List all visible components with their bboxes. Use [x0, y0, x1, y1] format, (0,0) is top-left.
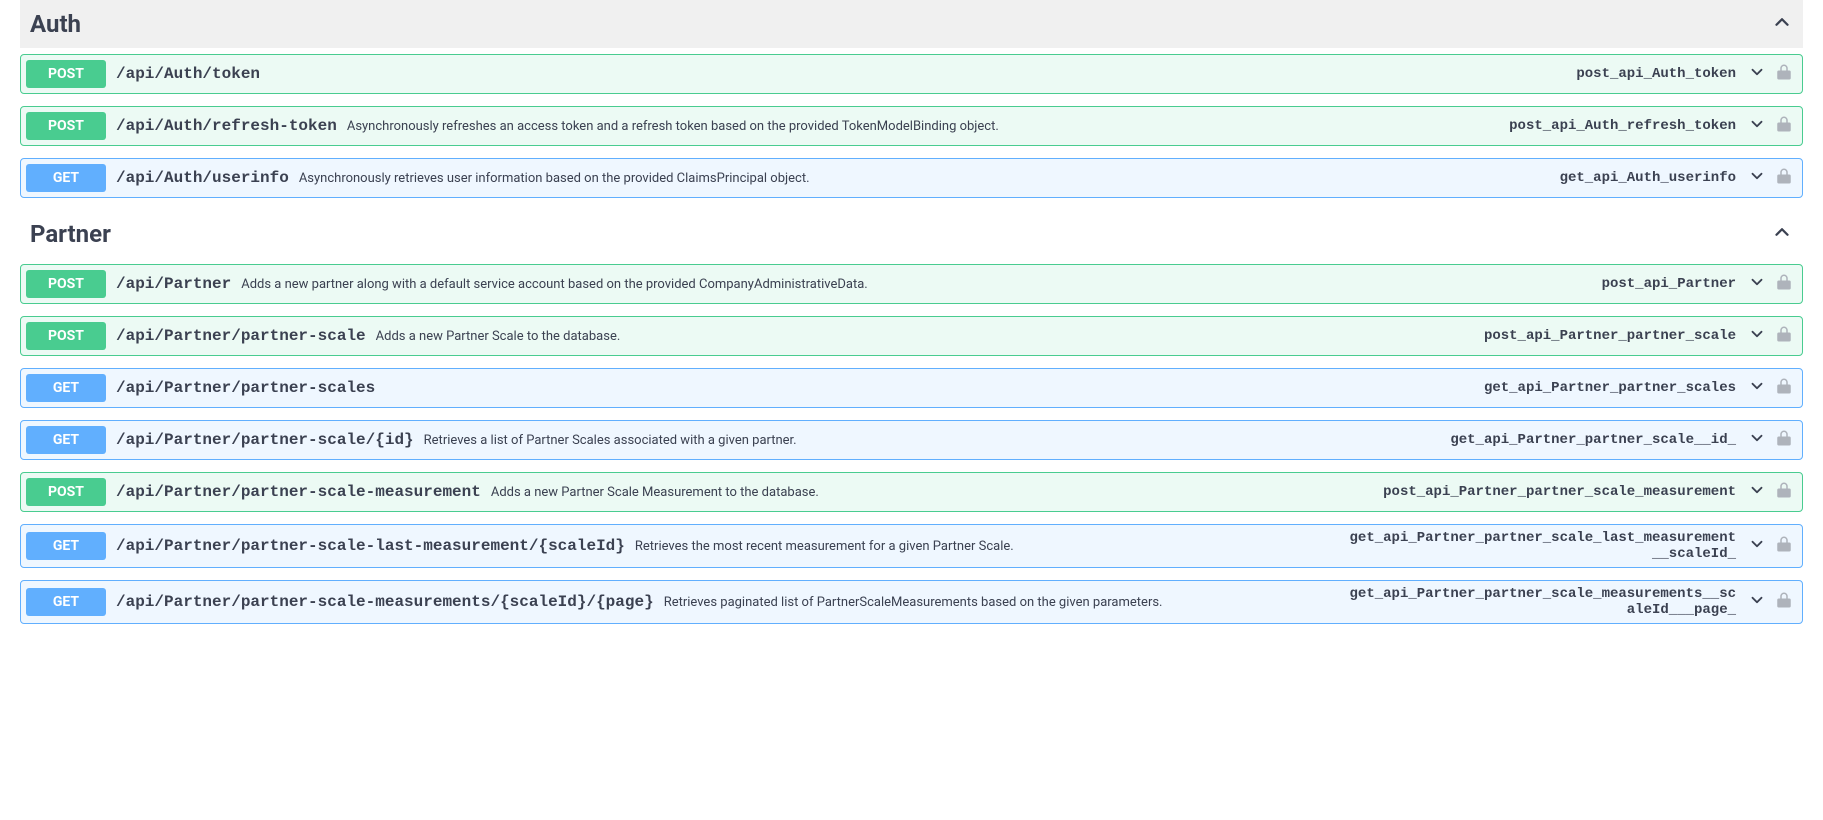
operation-row[interactable]: GET/api/Partner/partner-scale-measuremen… [20, 580, 1803, 624]
lock-icon[interactable] [1776, 429, 1792, 451]
operation-path: /api/Partner/partner-scale-last-measurem… [116, 537, 625, 555]
chevron-down-icon[interactable] [1748, 325, 1766, 347]
lock-icon[interactable] [1776, 377, 1792, 399]
chevron-down-icon[interactable] [1748, 63, 1766, 85]
chevron-down-icon[interactable] [1748, 115, 1766, 137]
operations-list: POST/api/Partner Adds a new partner along… [20, 264, 1803, 624]
chevron-down-icon[interactable] [1748, 481, 1766, 503]
operation-row[interactable]: POST/api/Partner Adds a new partner along… [20, 264, 1803, 304]
operation-path: /api/Partner [116, 275, 231, 293]
operation-id: post_api_Partner_partner_scale [1484, 328, 1736, 344]
http-method-badge: GET [26, 374, 106, 402]
operations-list: POST/api/Auth/tokenpost_api_Auth_tokenPO… [20, 54, 1803, 198]
operation-id: get_api_Partner_partner_scale_last_measu… [1346, 530, 1736, 562]
operation-summary: Adds a new partner along with a default … [241, 277, 1591, 292]
operation-row[interactable]: POST/api/Auth/refresh-token Asynchronousl… [20, 106, 1803, 146]
operation-row[interactable]: GET/api/Partner/partner-scale-last-measu… [20, 524, 1803, 568]
http-method-badge: GET [26, 426, 106, 454]
http-method-badge: POST [26, 60, 106, 88]
operation-id: get_api_Partner_partner_scale__id_ [1450, 432, 1736, 448]
http-method-badge: GET [26, 588, 106, 616]
operation-summary: Asynchronously retrieves user informatio… [299, 171, 1550, 186]
operation-id: post_api_Auth_refresh_token [1509, 118, 1736, 134]
chevron-down-icon[interactable] [1748, 429, 1766, 451]
operation-summary: Asynchronously refreshes an access token… [347, 119, 1499, 134]
operation-row[interactable]: GET/api/Auth/userinfo Asynchronously retr… [20, 158, 1803, 198]
operation-id: post_api_Auth_token [1576, 66, 1736, 82]
operation-row[interactable]: POST/api/Partner/partner-scale-measureme… [20, 472, 1803, 512]
chevron-down-icon[interactable] [1748, 535, 1766, 557]
chevron-up-icon[interactable] [1771, 221, 1793, 247]
lock-icon[interactable] [1776, 591, 1792, 613]
http-method-badge: POST [26, 322, 106, 350]
chevron-down-icon[interactable] [1748, 377, 1766, 399]
chevron-down-icon[interactable] [1748, 273, 1766, 295]
http-method-badge: POST [26, 270, 106, 298]
operation-id: get_api_Partner_partner_scales [1484, 380, 1736, 396]
http-method-badge: POST [26, 112, 106, 140]
operation-path: /api/Partner/partner-scales [116, 379, 375, 397]
operation-path: /api/Auth/userinfo [116, 169, 289, 187]
operation-id: get_api_Partner_partner_scale_measuremen… [1346, 586, 1736, 618]
operation-path: /api/Auth/refresh-token [116, 117, 337, 135]
section-header-partner[interactable]: Partner [20, 210, 1803, 258]
http-method-badge: GET [26, 164, 106, 192]
operation-summary: Adds a new Partner Scale Measurement to … [491, 485, 1373, 500]
operation-row[interactable]: GET/api/Partner/partner-scales get_api_Pa… [20, 368, 1803, 408]
operation-path: /api/Partner/partner-scale-measurement [116, 483, 481, 501]
operation-row[interactable]: POST/api/Partner/partner-scale Adds a new… [20, 316, 1803, 356]
operation-path: /api/Partner/partner-scale [116, 327, 366, 345]
operation-path: /api/Auth/token [116, 65, 260, 83]
lock-icon[interactable] [1776, 273, 1792, 295]
section-header-auth[interactable]: Auth [20, 0, 1803, 48]
chevron-down-icon[interactable] [1748, 591, 1766, 613]
operation-id: get_api_Auth_userinfo [1560, 170, 1736, 186]
lock-icon[interactable] [1776, 535, 1792, 557]
lock-icon[interactable] [1776, 325, 1792, 347]
operation-id: post_api_Partner_partner_scale_measureme… [1383, 484, 1736, 500]
lock-icon[interactable] [1776, 63, 1792, 85]
operation-row[interactable]: GET/api/Partner/partner-scale/{id} Retrie… [20, 420, 1803, 460]
chevron-down-icon[interactable] [1748, 167, 1766, 189]
operation-summary: Retrieves the most recent measurement fo… [635, 539, 1336, 554]
section-title: Auth [30, 10, 81, 38]
lock-icon[interactable] [1776, 481, 1792, 503]
chevron-up-icon[interactable] [1771, 11, 1793, 37]
operation-path: /api/Partner/partner-scale-measurements/… [116, 593, 654, 611]
section-title: Partner [30, 220, 111, 248]
operation-id: post_api_Partner [1602, 276, 1736, 292]
lock-icon[interactable] [1776, 115, 1792, 137]
operation-summary: Retrieves paginated list of PartnerScale… [664, 595, 1336, 610]
operation-summary: Adds a new Partner Scale to the database… [376, 329, 1474, 344]
operation-path: /api/Partner/partner-scale/{id} [116, 431, 414, 449]
operation-summary: Retrieves a list of Partner Scales assoc… [424, 433, 1441, 448]
operation-row[interactable]: POST/api/Auth/token post_api_Auth_token [20, 54, 1803, 94]
http-method-badge: GET [26, 532, 106, 560]
lock-icon[interactable] [1776, 167, 1792, 189]
http-method-badge: POST [26, 478, 106, 506]
